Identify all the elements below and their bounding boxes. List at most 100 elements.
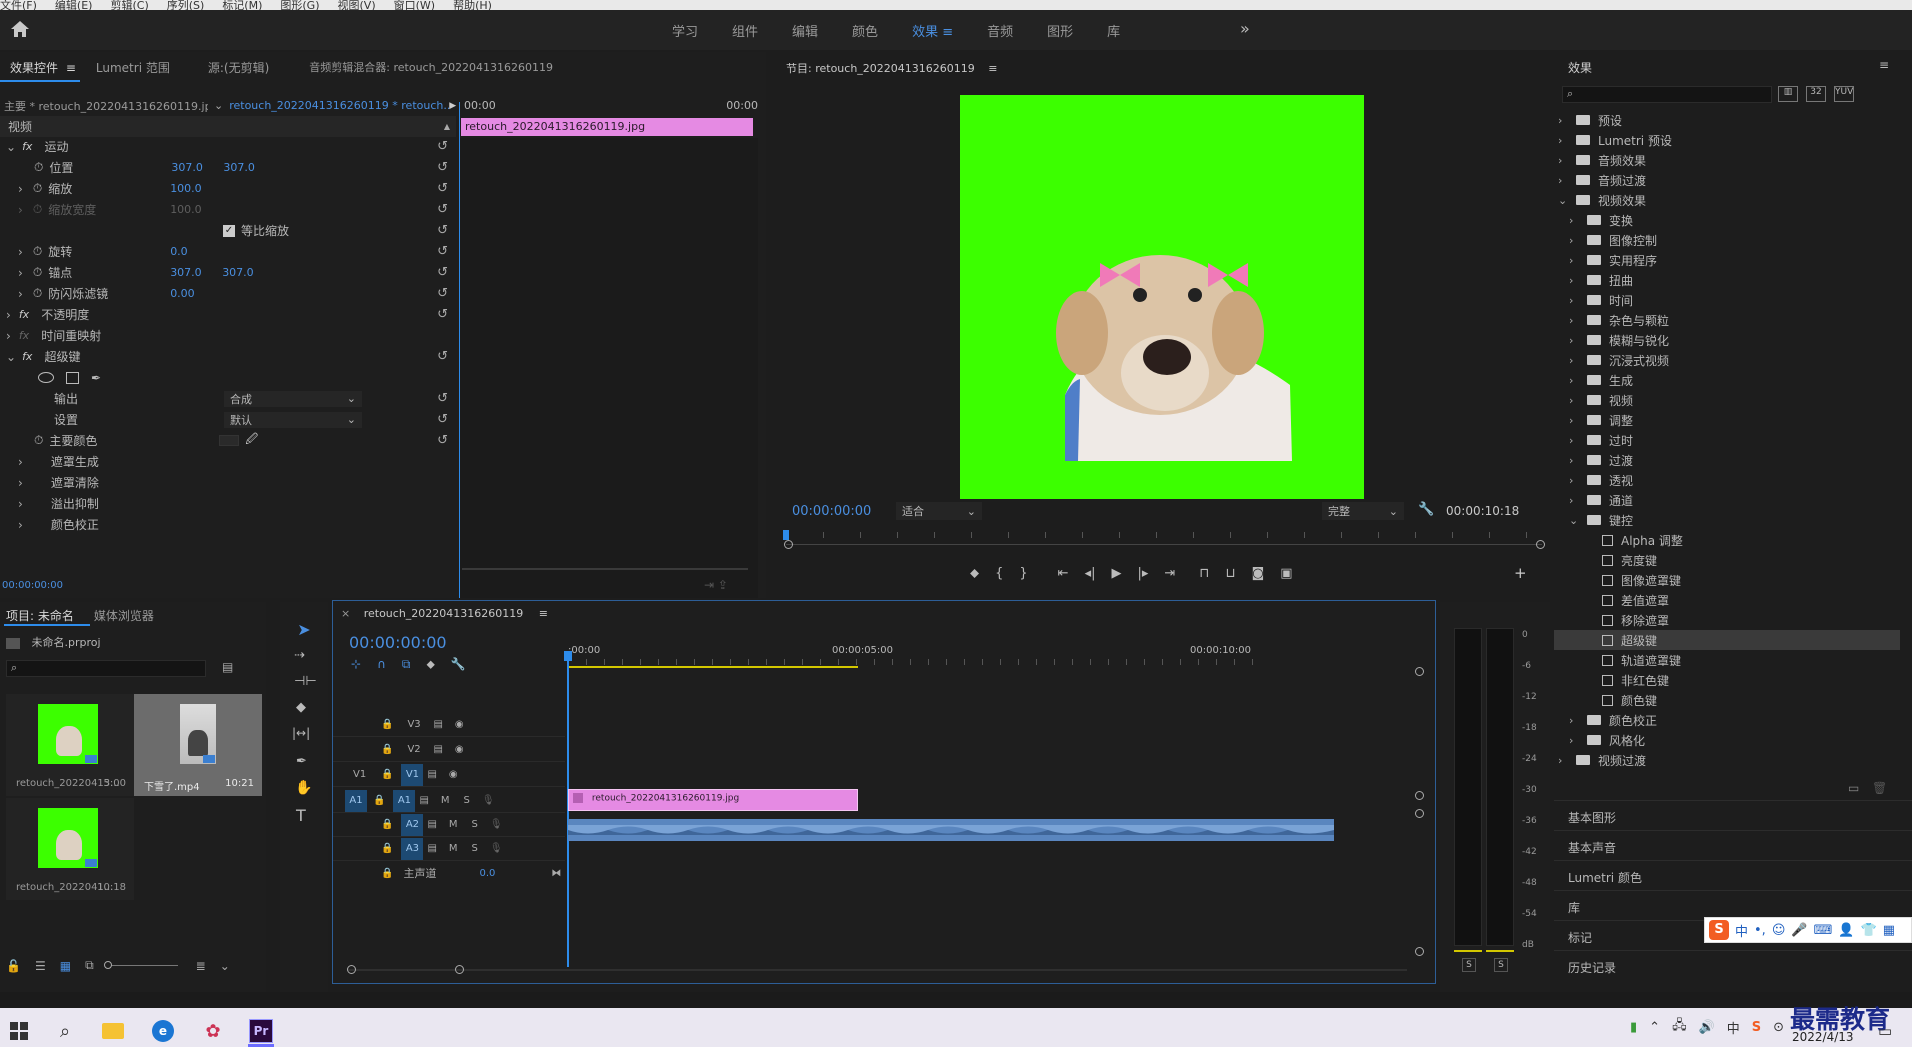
add-marker-icon[interactable]: ⬥ (426, 657, 434, 672)
playhead-marker[interactable] (783, 530, 789, 540)
ime-tray-icon[interactable]: 中 (1727, 1018, 1740, 1037)
fx-icon[interactable]: fx (19, 308, 29, 321)
ripple-edit-tool-icon[interactable]: ⊣⊢ (294, 674, 317, 689)
source-patch-v1[interactable]: V1 (353, 769, 373, 780)
tab-lumetri-scopes[interactable]: Lumetri 范围 (86, 59, 180, 76)
effects-tree-item[interactable]: 图像遮罩键 (1554, 570, 1900, 590)
ellipse-mask-icon[interactable] (38, 372, 54, 383)
menu-item[interactable]: 编辑(E) (55, 0, 93, 10)
chevron-right-icon[interactable]: › (1569, 414, 1583, 427)
add-button-icon[interactable]: + (1514, 564, 1527, 582)
chevron-right-icon[interactable]: › (1558, 134, 1572, 147)
stopwatch-icon[interactable]: ⏱ (33, 244, 42, 259)
volume-icon[interactable]: 🔊 (1699, 1020, 1715, 1035)
file-explorer-icon[interactable] (98, 1017, 128, 1045)
mute-button[interactable]: M (449, 843, 458, 854)
chevron-right-icon[interactable]: › (1569, 734, 1583, 747)
battery-icon[interactable]: ▮ (1630, 1020, 1637, 1035)
home-icon[interactable] (10, 20, 32, 40)
track-select-tool-icon[interactable]: ⇢ (294, 648, 305, 663)
effects-tree-item[interactable]: › 视频 (1554, 390, 1900, 410)
effects-tree-item[interactable]: › 过渡 (1554, 450, 1900, 470)
chevron-right-icon[interactable]: › (18, 455, 23, 469)
effects-tree-item[interactable]: › 风格化 (1554, 730, 1900, 750)
menu-icon[interactable]: ≡ (1879, 58, 1889, 72)
reset-icon[interactable]: ↺ (437, 307, 448, 322)
emoji-icon[interactable]: ☺ (1772, 923, 1786, 938)
workspace-tab[interactable]: 图形 (1030, 21, 1090, 40)
project-item-3[interactable]: retouch_2022041... 10:18 (6, 798, 134, 900)
color-correction-row[interactable]: › 颜色校正 (0, 514, 456, 535)
punctuation-icon[interactable]: •, (1754, 923, 1766, 938)
freeform-view-icon[interactable]: ⧉ (85, 958, 94, 973)
go-to-end-icon[interactable]: ⧓ (551, 868, 561, 879)
reset-icon[interactable]: ↺ (437, 433, 448, 448)
effects-tree-item[interactable]: › 变换 (1554, 210, 1900, 230)
icon-view-icon[interactable]: ▦ (60, 959, 71, 973)
effects-tree-item[interactable]: › 扭曲 (1554, 270, 1900, 290)
razor-tool-icon[interactable]: ◆ (296, 700, 306, 715)
effects-tree-item[interactable]: › 时间 (1554, 290, 1900, 310)
step-back-icon[interactable]: ◂| (1085, 566, 1096, 581)
chevron-right-icon[interactable]: › (1569, 714, 1583, 727)
hand-tool-icon[interactable]: ✋ (295, 780, 312, 796)
solo-button[interactable]: S (472, 819, 478, 830)
position-x-value[interactable]: 307.0 (171, 161, 223, 174)
effects-tree-item[interactable]: › 音频效果 (1554, 150, 1900, 170)
effects-tree-item[interactable]: 非红色键 (1554, 670, 1900, 690)
menu-item[interactable]: 视图(V) (338, 0, 376, 10)
new-search-bin-icon[interactable]: ▤ (222, 660, 233, 674)
user-icon[interactable]: 👤 (1838, 923, 1854, 938)
go-to-in-icon[interactable]: ⇤ (1058, 566, 1069, 581)
reset-icon[interactable]: ↺ (437, 265, 448, 280)
chevron-right-icon[interactable]: › (1569, 354, 1583, 367)
timeline-timecode[interactable]: 00:00:00:00 (349, 633, 447, 652)
sync-lock-icon[interactable]: ▤ (419, 795, 428, 806)
effects-tree-item[interactable]: ⌄ 键控 (1554, 510, 1900, 530)
chevron-right-icon[interactable]: › (0, 308, 11, 322)
track-target-a1[interactable]: A1 (393, 789, 416, 812)
track-label[interactable]: V2 (407, 744, 427, 755)
master-clip-label[interactable]: 主要 * retouch_2022041316260119.jpg (0, 98, 208, 114)
output-select[interactable]: 合成 ⌄ (224, 390, 362, 407)
effects-tree-item[interactable]: › 模糊与锐化 (1554, 330, 1900, 350)
effects-tree-item[interactable]: 亮度键 (1554, 550, 1900, 570)
master-value[interactable]: 0.0 (479, 868, 495, 879)
chevron-right-icon[interactable]: › (1569, 294, 1583, 307)
workspace-tab[interactable]: 组件 (715, 21, 775, 40)
effects-tree-item[interactable]: › 生成 (1554, 370, 1900, 390)
clock-icon[interactable]: ⊙ (1773, 1020, 1784, 1035)
selection-tool-icon[interactable]: ➤ (292, 620, 316, 642)
chevron-right-icon[interactable]: › (1569, 334, 1583, 347)
lock-icon[interactable]: 🔒 (381, 819, 393, 830)
timeline-tab[interactable]: × retouch_2022041316260119 ≡ (341, 607, 548, 620)
export-frame-icon[interactable]: ◙ (1252, 566, 1265, 581)
scroll-handle[interactable] (1415, 809, 1424, 818)
wrench-icon[interactable]: 🔧 (451, 657, 466, 672)
stopwatch-icon[interactable]: ⏱ (34, 160, 43, 175)
lock-icon[interactable]: 🔒 (373, 795, 385, 806)
snap-icon[interactable]: ∩ (377, 657, 386, 672)
step-forward-icon[interactable]: |▸ (1137, 566, 1148, 581)
scroll-handle[interactable] (455, 965, 464, 974)
menu-item[interactable]: 文件(F) (0, 0, 37, 10)
tab-audio-clip-mixer[interactable]: 音频剪辑混合器: retouch_2022041316260119 (299, 59, 563, 75)
workspace-tab[interactable]: 音频 (970, 21, 1030, 40)
premiere-pro-icon[interactable]: Pr (246, 1017, 276, 1045)
chevron-right-icon[interactable]: › (1558, 754, 1572, 767)
scrubber-end-handle[interactable] (1536, 540, 1545, 549)
workspace-tab[interactable]: 库 (1090, 21, 1137, 40)
stopwatch-icon[interactable]: ⏱ (33, 181, 42, 196)
rectangle-mask-icon[interactable] (66, 371, 79, 384)
linked-selection-icon[interactable]: ⧉ (402, 657, 411, 672)
menu-icon[interactable]: ≡ (66, 61, 76, 75)
menu-icon[interactable]: ≡ (938, 25, 953, 40)
mic-icon[interactable]: 🎙 (490, 819, 503, 830)
sync-lock-icon[interactable]: ▤ (433, 719, 442, 730)
scroll-up-icon[interactable]: ▲ (444, 122, 450, 131)
tab-source[interactable]: 源:(无剪辑) (198, 59, 279, 76)
lock-icon[interactable]: 🔒 (381, 868, 393, 879)
sync-lock-icon[interactable]: ▤ (427, 769, 436, 780)
ec-clip-bar[interactable]: retouch_2022041316260119.jpg (461, 118, 753, 136)
sogou-icon[interactable]: S (1709, 920, 1729, 940)
